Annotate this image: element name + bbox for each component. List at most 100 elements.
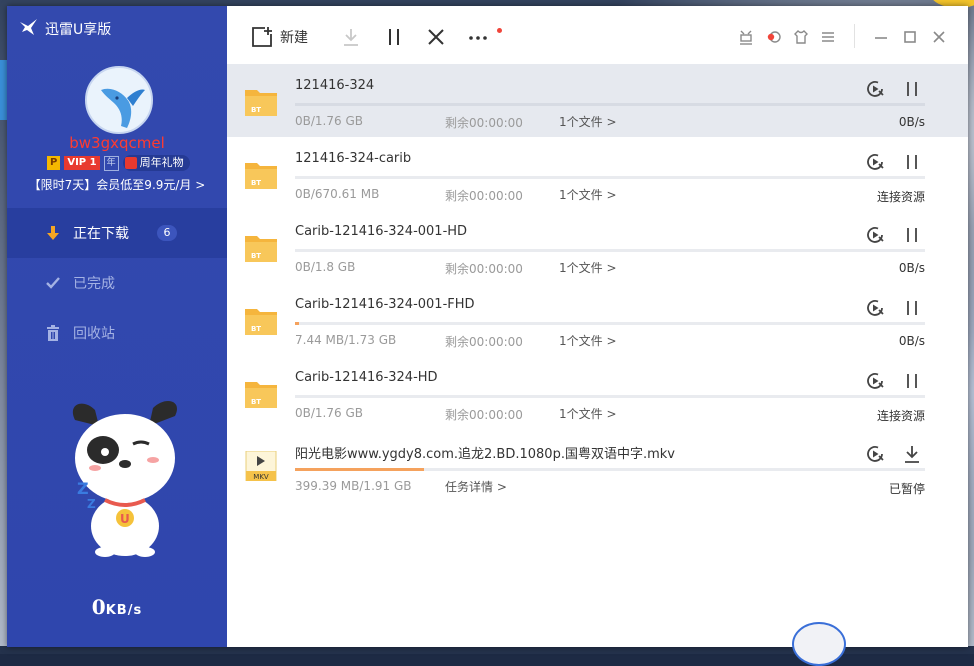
task-row[interactable]: BT Carib-121416-324-HD 0B/1.76 GB 剩余00:00:0… [227,356,968,429]
task-files-link[interactable]: 1个文件 > [559,259,617,276]
notification-dot [497,28,502,33]
trash-icon [45,325,61,341]
menu-button[interactable] [819,26,837,48]
open-folder-play-icon[interactable] [864,224,886,246]
task-remaining-time: 剩余00:00:00 [445,189,523,203]
file-type-label: BT [251,325,261,333]
minimize-icon [875,37,887,39]
pause-icon[interactable] [901,78,923,100]
vip-level-badge[interactable]: VIP 1 [64,156,100,170]
sidebar-item-completed[interactable]: 已完成 [7,258,227,308]
file-type-label: BT [251,252,261,260]
maximize-button[interactable] [901,26,919,48]
pause-all-button[interactable] [383,26,405,48]
task-status: 已暂停 [888,482,925,496]
task-name[interactable]: Carib-121416-324-001-HD [295,224,467,239]
year-badge: 年 [103,155,119,171]
bt-folder-icon: BT [245,163,277,189]
task-name[interactable]: Carib-121416-324-HD [295,370,438,385]
progress-bar [295,103,925,106]
resume-download-icon[interactable] [901,443,923,465]
bt-folder-icon: BT [245,309,277,335]
task-remaining-time: 剩余00:00:00 [445,262,523,276]
bt-folder-icon: BT [245,90,277,116]
toolbar-divider [854,24,855,48]
task-size: 0B/1.76 GB [295,114,363,128]
task-row[interactable]: BT 121416-324-carib 0B/670.61 MB 剩余00:00:00… [227,137,968,210]
task-remaining-time: 剩余00:00:00 [445,408,523,422]
task-files-link[interactable]: 1个文件 > [559,186,617,203]
skin-button[interactable] [792,26,810,48]
task-size: 0B/670.61 MB [295,187,380,201]
task-row[interactable]: MKV 阳光电影www.ygdy8.com.追龙2.BD.1080p.国粤双语中字… [227,429,968,502]
file-type-label: BT [251,106,261,114]
anniversary-gift-button[interactable]: 周年礼物 [122,155,190,171]
sidebar-item-label: 已完成 [73,276,115,292]
open-folder-play-icon[interactable] [864,370,886,392]
task-name[interactable]: 121416-324-carib [295,151,411,166]
svg-text:U: U [120,512,130,526]
task-files-link[interactable]: 1个文件 > [559,405,617,422]
sidebar-item-trash[interactable]: 回收站 [7,308,227,358]
task-row[interactable]: BT 121416-324 0B/1.76 GB 剩余00:00:00 1个文件 > 0B… [227,64,968,137]
video-file-icon: MKV [245,451,277,481]
task-files-link[interactable]: 1个文件 > [559,113,617,130]
task-row[interactable]: BT Carib-121416-324-001-FHD 7.44 MB/1.73 G… [227,283,968,356]
pause-icon[interactable] [901,151,923,173]
progress-bar [295,176,925,179]
download-arrow-icon [45,225,61,241]
close-window-button[interactable] [930,26,948,48]
task-name[interactable]: Carib-121416-324-001-FHD [295,297,475,312]
delete-button[interactable] [425,26,447,48]
monitor-icon [740,30,752,45]
start-all-button[interactable] [340,26,362,48]
task-files-link[interactable]: 1个文件 > [559,332,617,349]
file-type-label: BT [251,398,261,406]
open-folder-play-icon[interactable] [864,151,886,173]
sidebar-item-downloading[interactable]: 正在下载 6 [7,208,227,258]
pause-icon [389,29,399,45]
open-folder-play-icon[interactable] [864,443,886,465]
new-task-label: 新建 [280,30,308,46]
progress-bar [295,249,925,252]
task-name[interactable]: 阳光电影www.ygdy8.com.追龙2.BD.1080p.国粤双语中字.mk… [295,443,675,462]
minimize-button[interactable] [872,26,890,48]
total-download-speed: 0KB/s [7,595,227,619]
avatar[interactable] [85,66,153,134]
task-status: 连接资源 [876,190,925,204]
pause-icon[interactable] [901,224,923,246]
task-files-link[interactable]: 任务详情 > [445,478,507,495]
task-name[interactable]: 121416-324 [295,78,374,93]
task-list: BT 121416-324 0B/1.76 GB 剩余00:00:00 1个文件 > 0B… [227,64,968,647]
vip-promo-link[interactable]: 【限时7天】会员低至9.9元/月 > [7,176,227,193]
open-folder-play-icon[interactable] [864,297,886,319]
task-status: 0B/s [898,334,925,348]
maximize-icon [904,31,916,43]
more-button[interactable] [467,26,502,48]
speed-value: 0 [91,595,106,619]
hamburger-icon [822,32,834,42]
app-title: 迅雷U享版 [45,22,112,38]
vip-badges: P VIP 1 年 周年礼物 [47,155,190,171]
progress-bar [295,395,925,398]
more-dots-icon [469,36,487,40]
username[interactable]: bw3gxqcmel [7,134,227,152]
new-task-icon [252,27,272,47]
task-status: 0B/s [898,115,925,129]
sidebar-item-label: 回收站 [73,326,115,342]
new-task-button[interactable]: 新建 [251,26,308,48]
thunder-bird-logo-icon [20,19,37,35]
sidebar-item-label: 正在下载 [73,226,129,242]
task-size: 0B/1.76 GB [295,406,363,420]
task-row[interactable]: BT Carib-121416-324-001-HD 0B/1.8 GB 剩余00:0… [227,210,968,283]
open-folder-play-icon[interactable] [864,78,886,100]
task-size: 0B/1.8 GB [295,260,356,274]
sleeping-dog-mascot-icon[interactable]: Z Z U [65,398,185,558]
svg-text:Z: Z [87,497,96,511]
floating-window-button[interactable] [737,26,755,48]
assistant-float-icon[interactable] [792,622,846,666]
record-button[interactable] [764,26,784,48]
pause-icon[interactable] [901,370,923,392]
pause-icon[interactable] [901,297,923,319]
task-size: 399.39 MB/1.91 GB [295,479,412,493]
